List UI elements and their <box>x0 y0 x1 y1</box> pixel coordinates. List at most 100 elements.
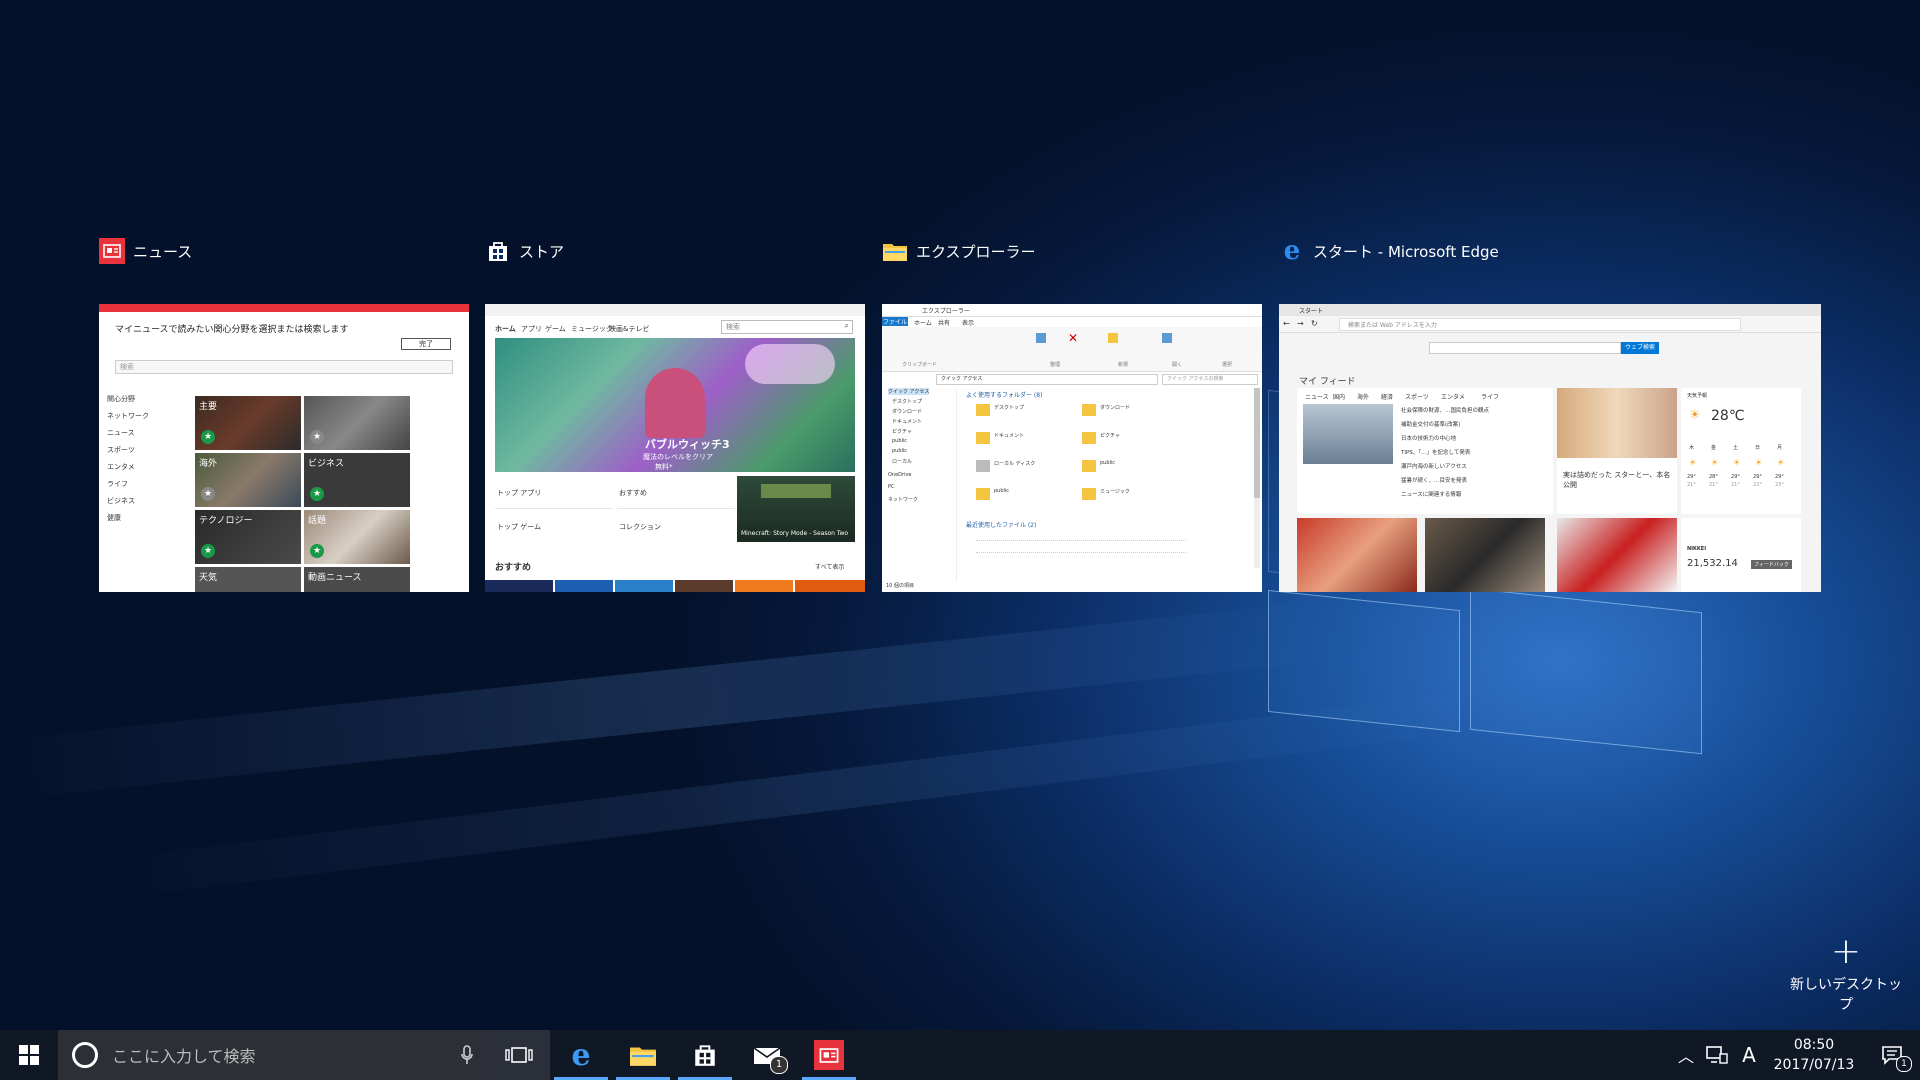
taskbar-search-input[interactable]: ここに入力して検索 <box>112 1043 256 1067</box>
nav-item[interactable]: PC <box>888 484 895 490</box>
nav-item[interactable]: ピクチャ <box>892 428 912 435</box>
headline-link[interactable]: 猛暑が続く、…目安を発表 <box>1401 476 1467 484</box>
task-view-button[interactable] <box>488 1030 550 1080</box>
news-tile[interactable]: 主要 ★ <box>195 396 301 450</box>
back-icon[interactable]: ← <box>1283 319 1290 328</box>
window-news-thumbnail[interactable]: マイニュースで読みたい関心分野を選択または検索します 完了 検索 関心分野 ネッ… <box>99 304 469 592</box>
store-nav-item[interactable]: ホーム <box>495 324 516 334</box>
store-nav-item[interactable]: アプリ <box>521 324 542 334</box>
taskbar-explorer[interactable] <box>612 1030 674 1080</box>
taskbar-edge[interactable]: e <box>550 1030 612 1080</box>
store-show-all-link[interactable]: すべて表示 <box>815 562 844 571</box>
category-tab[interactable]: ライフ <box>1481 392 1499 401</box>
nav-item[interactable]: ネットワーク <box>888 496 918 503</box>
nav-item[interactable]: ダウンロード <box>892 408 922 415</box>
category-tab[interactable]: ニュース <box>1305 392 1329 401</box>
folder-item[interactable]: デスクトップ <box>976 404 1024 416</box>
start-button[interactable] <box>0 1030 58 1080</box>
nav-item[interactable]: ローカル <box>892 458 912 465</box>
ribbon-tab[interactable]: 表示 <box>962 318 974 327</box>
news-tile[interactable]: 海外 ★ <box>195 453 301 507</box>
news-sidebar-item[interactable]: ライフ <box>107 479 128 489</box>
explorer-search-input[interactable]: クイック アクセスの検索 <box>1162 374 1258 385</box>
news-sidebar-item[interactable]: 健康 <box>107 513 121 523</box>
store-link[interactable]: トップ ゲーム <box>495 510 613 542</box>
ime-indicator[interactable]: A <box>1734 1043 1764 1067</box>
category-tab[interactable]: エンタメ <box>1441 392 1465 401</box>
headline-link[interactable]: 補助金交付の基準(改案) <box>1401 420 1460 428</box>
web-search-button[interactable]: ウェブ検索 <box>1621 342 1659 354</box>
folder-item[interactable]: public <box>1082 460 1115 472</box>
news-tile[interactable]: 天気 <box>195 567 301 592</box>
headline-link[interactable]: 日本の技術力の中心地 <box>1401 434 1456 442</box>
nav-item[interactable]: OneDrive <box>888 472 912 478</box>
refresh-icon[interactable]: ↻ <box>1311 319 1318 328</box>
store-minecraft-card[interactable]: Minecraft: Story Mode - Season Two <box>737 476 855 542</box>
store-hero-banner[interactable]: バブルウィッチ3 魔法のレベルをクリア 無料* <box>495 338 855 472</box>
news-tile[interactable]: 話題 ★ <box>304 510 410 564</box>
ribbon-tab[interactable]: ホーム <box>914 318 932 327</box>
news-photo[interactable] <box>1425 518 1545 592</box>
category-tab[interactable]: 国内 <box>1333 392 1345 401</box>
nav-item[interactable]: ドキュメント <box>892 418 922 425</box>
window-edge-thumbnail[interactable]: スタート ← → ↻ 検索または Web アドレスを入力 ウェブ検索 マイ フィ… <box>1279 304 1821 592</box>
news-tile[interactable]: ★ <box>304 396 410 450</box>
recent-file-row[interactable] <box>976 534 1186 541</box>
edge-tab[interactable]: スタート <box>1299 306 1323 315</box>
explorer-scrollbar[interactable] <box>1254 388 1260 568</box>
store-nav-item[interactable]: 映画&テレビ <box>609 324 649 334</box>
explorer-address-bar[interactable]: クイック アクセス <box>936 374 1158 385</box>
recent-file-row[interactable] <box>976 546 1186 553</box>
news-search-input[interactable]: 検索 <box>115 360 453 374</box>
ribbon-tab[interactable]: 共有 <box>938 318 950 327</box>
nav-item[interactable]: デスクトップ <box>892 398 922 405</box>
window-explorer-thumbnail[interactable]: エクスプローラー ファイル ホーム 共有 表示 クリップボード 整理 新規 開く… <box>882 304 1262 592</box>
window-store-thumbnail[interactable]: ホーム アプリ ゲーム ミュージック 映画&テレビ 検索 ⌕ バブルウィッチ3 … <box>485 304 865 592</box>
ribbon-tab[interactable]: ファイル <box>882 317 908 326</box>
clock[interactable]: 08:50 2017/07/13 <box>1764 1035 1864 1075</box>
network-icon[interactable] <box>1706 1045 1728 1065</box>
nav-item[interactable]: クイック アクセス <box>888 388 930 395</box>
nav-item[interactable]: public <box>892 448 907 454</box>
headline-link[interactable]: 社会保障の財源、…国民負担の観点 <box>1401 406 1489 414</box>
news-sidebar-item[interactable]: 関心分野 <box>107 394 135 404</box>
edge-weather-card[interactable]: 天気予報 ☀ 28℃ 木 ☀ 29° 21° 金 ☀ 28° 21° 土 ☀ 2… <box>1681 388 1801 514</box>
news-sidebar-item[interactable]: ニュース <box>107 428 135 438</box>
news-sidebar-item[interactable]: エンタメ <box>107 462 135 472</box>
folder-item[interactable]: ダウンロード <box>1082 404 1130 416</box>
news-sidebar-item[interactable]: スポーツ <box>107 445 135 455</box>
news-photo[interactable] <box>1297 518 1417 592</box>
new-desktop-button[interactable]: + 新しいデスクトップ <box>1786 934 1906 1014</box>
taskbar-search-box[interactable]: ここに入力して検索 <box>58 1030 488 1080</box>
news-sidebar-item[interactable]: ネットワーク <box>107 411 149 421</box>
taskbar-store[interactable] <box>674 1030 736 1080</box>
news-photo[interactable] <box>1303 404 1393 464</box>
news-tile[interactable]: ビジネス ★ <box>304 453 410 507</box>
feedback-button[interactable]: フィードバック <box>1751 560 1792 569</box>
microphone-icon[interactable] <box>460 1045 474 1065</box>
news-done-button[interactable]: 完了 <box>401 338 451 350</box>
store-nav-item[interactable]: ミュージック <box>571 324 613 334</box>
action-center-button[interactable]: 1 <box>1864 1030 1920 1080</box>
news-tile[interactable]: 動画ニュース <box>304 567 410 592</box>
category-tab[interactable]: 経済 <box>1381 392 1393 401</box>
nav-item[interactable]: public <box>892 438 907 444</box>
cortana-icon[interactable] <box>72 1042 98 1068</box>
store-nav-item[interactable]: ゲーム <box>545 324 566 334</box>
folder-item[interactable]: ミュージック <box>1082 488 1130 500</box>
store-link[interactable]: おすすめ <box>617 476 735 509</box>
headline-link[interactable]: ニュースに関連する情報 <box>1401 490 1461 498</box>
store-link[interactable]: コレクション <box>617 510 735 542</box>
folder-item[interactable]: ローカル ディスク <box>976 460 1035 472</box>
headline-link[interactable]: TIPS、「…」を記念して発表 <box>1401 448 1470 456</box>
taskbar-mail[interactable]: 1 <box>736 1030 798 1080</box>
store-link[interactable]: トップ アプリ <box>495 476 613 509</box>
edge-market-card[interactable]: NIKKEI 21,532.14 フィードバック <box>1681 518 1801 592</box>
news-tile[interactable]: テクノロジー ★ <box>195 510 301 564</box>
forward-icon[interactable]: → <box>1297 319 1304 328</box>
folder-item[interactable]: public <box>976 488 1009 500</box>
edge-address-bar[interactable]: 検索または Web アドレスを入力 <box>1339 318 1741 331</box>
edge-web-search-input[interactable] <box>1429 342 1621 354</box>
chevron-up-icon[interactable]: ︿ <box>1672 1043 1700 1067</box>
folder-item[interactable]: ピクチャ <box>1082 432 1120 444</box>
